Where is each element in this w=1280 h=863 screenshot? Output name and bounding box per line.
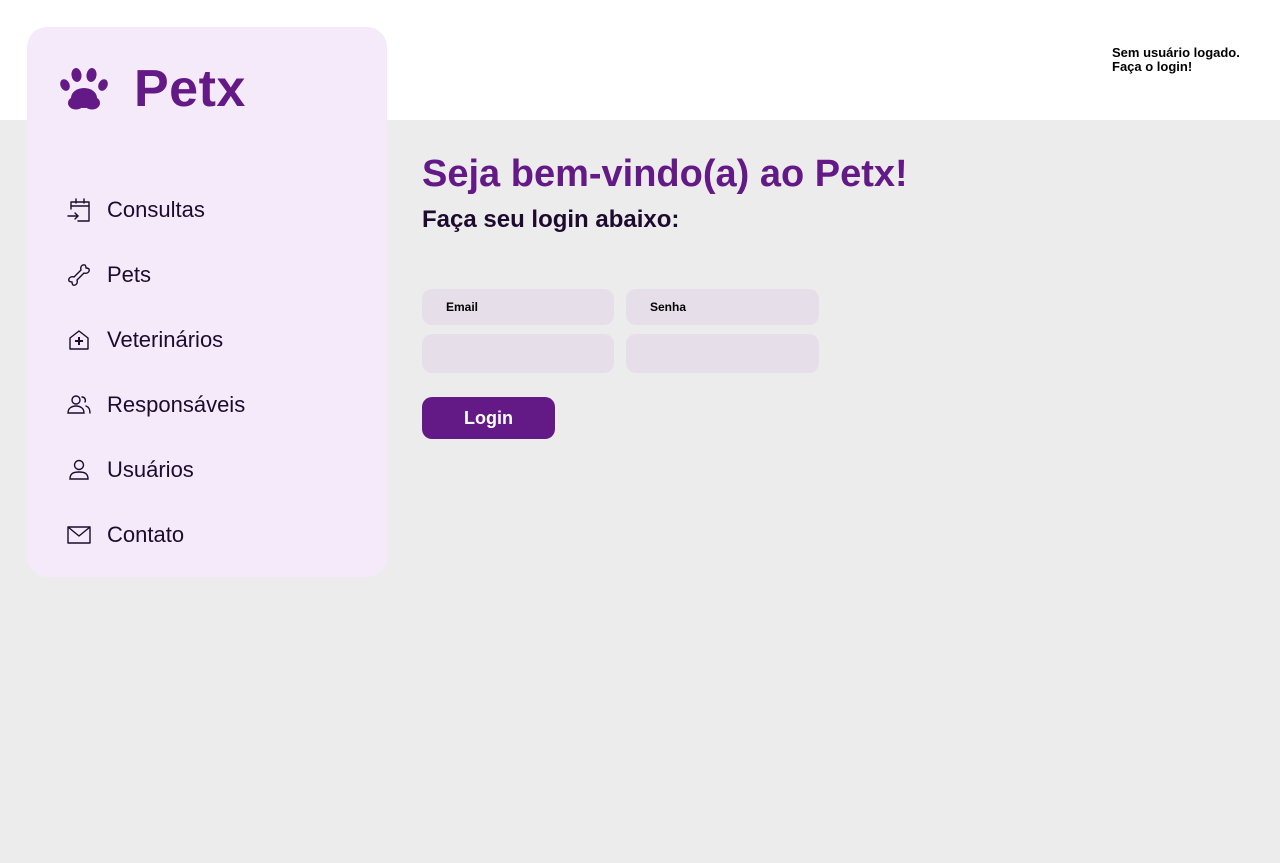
password-field[interactable] bbox=[626, 334, 819, 373]
sidebar-item-label: Contato bbox=[107, 521, 185, 547]
sidebar-item-veterinarios[interactable]: Veterinários bbox=[65, 307, 365, 372]
brand[interactable]: Petx bbox=[60, 59, 246, 119]
user-icon bbox=[65, 456, 93, 484]
sidebar-nav: Consultas Pets Veterinários Responsáveis… bbox=[65, 177, 365, 567]
sidebar-item-pets[interactable]: Pets bbox=[65, 242, 365, 307]
email-label: Email bbox=[422, 289, 614, 325]
page-subtitle: Faça seu login abaixo: bbox=[422, 206, 680, 233]
main-content: Seja bem-vindo(a) ao Petx! Faça seu logi… bbox=[422, 150, 908, 234]
email-field[interactable] bbox=[422, 334, 614, 373]
page-title: Seja bem-vindo(a) ao Petx! bbox=[422, 153, 908, 195]
sidebar: Petx Consultas Pets Veterinários Respons… bbox=[27, 27, 387, 577]
password-label: Senha bbox=[626, 289, 819, 325]
sidebar-item-label: Veterinários bbox=[107, 326, 224, 352]
sidebar-item-label: Consultas bbox=[107, 196, 205, 222]
calendar-enter-icon bbox=[65, 196, 93, 224]
sidebar-item-label: Pets bbox=[107, 261, 152, 287]
brand-name: Petx bbox=[134, 60, 246, 118]
login-button[interactable]: Login bbox=[422, 397, 555, 439]
sidebar-item-consultas[interactable]: Consultas bbox=[65, 177, 365, 242]
user-status: Sem usuário logado. Faça o login! bbox=[1112, 46, 1240, 74]
house-medical-icon bbox=[65, 326, 93, 354]
sidebar-item-label: Usuários bbox=[107, 456, 194, 482]
user-status-line-1: Sem usuário logado. bbox=[1112, 45, 1240, 60]
user-status-line-2: Faça o login! bbox=[1112, 59, 1193, 74]
sidebar-item-contato[interactable]: Contato bbox=[65, 502, 365, 567]
sidebar-item-usuarios[interactable]: Usuários bbox=[65, 437, 365, 502]
sidebar-item-responsaveis[interactable]: Responsáveis bbox=[65, 372, 365, 437]
paw-icon bbox=[60, 68, 108, 110]
bone-icon bbox=[65, 261, 93, 289]
users-icon bbox=[65, 391, 93, 419]
envelope-icon bbox=[65, 521, 93, 549]
sidebar-item-label: Responsáveis bbox=[107, 391, 246, 417]
login-form: Email Senha bbox=[422, 289, 819, 373]
